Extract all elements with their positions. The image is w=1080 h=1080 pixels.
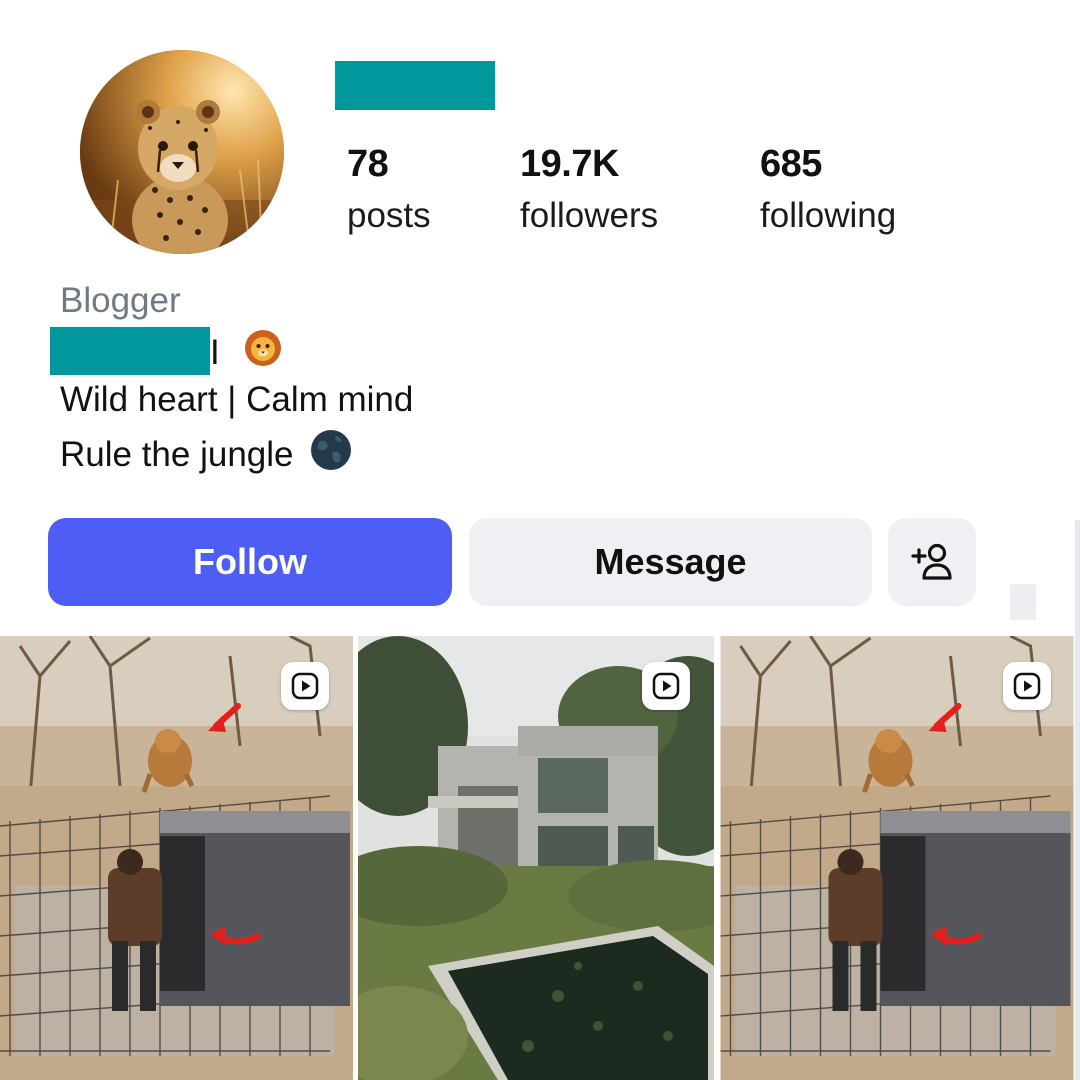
post-thumbnail[interactable] (719, 636, 1075, 1080)
lion-face-icon (245, 330, 282, 366)
bio-name-redacted (50, 327, 210, 375)
posts-label: posts (347, 196, 431, 235)
profile-category: Blogger (60, 281, 181, 320)
post-thumbnail[interactable] (358, 636, 714, 1080)
bio-line-3: Rule the jungle (60, 428, 353, 477)
reel-badge (281, 662, 329, 710)
follow-button[interactable]: Follow (48, 518, 452, 606)
cheetah-cub-photo (80, 50, 284, 254)
bio-line-2: Wild heart | Calm mind (60, 380, 414, 419)
reel-play-icon (291, 672, 319, 700)
followers-label: followers (520, 196, 659, 235)
background-shape (1010, 584, 1036, 620)
posts-count: 78 (347, 143, 389, 185)
reel-badge (1003, 662, 1051, 710)
followers-count: 19.7K (520, 143, 619, 185)
following-label: following (760, 196, 897, 235)
globe-icon (311, 430, 352, 470)
message-button[interactable]: Message (469, 518, 872, 606)
followers-stat[interactable]: 19.7K followers (520, 140, 658, 244)
add-user-button[interactable] (888, 518, 976, 606)
posts-stat[interactable]: 78 posts (347, 140, 431, 244)
reel-play-icon (652, 672, 680, 700)
bio-line-3-text: Rule the jungle (60, 435, 294, 474)
posts-grid (0, 636, 1080, 1080)
add-user-icon (911, 543, 952, 580)
following-count: 685 (760, 143, 822, 185)
bio-separator: I (210, 333, 220, 372)
post-thumbnail[interactable] (0, 636, 353, 1080)
following-stat[interactable]: 685 following (760, 140, 896, 244)
reel-badge (642, 662, 690, 710)
reel-play-icon (1013, 672, 1041, 700)
username-redacted (335, 61, 495, 110)
profile-avatar[interactable] (80, 50, 284, 254)
